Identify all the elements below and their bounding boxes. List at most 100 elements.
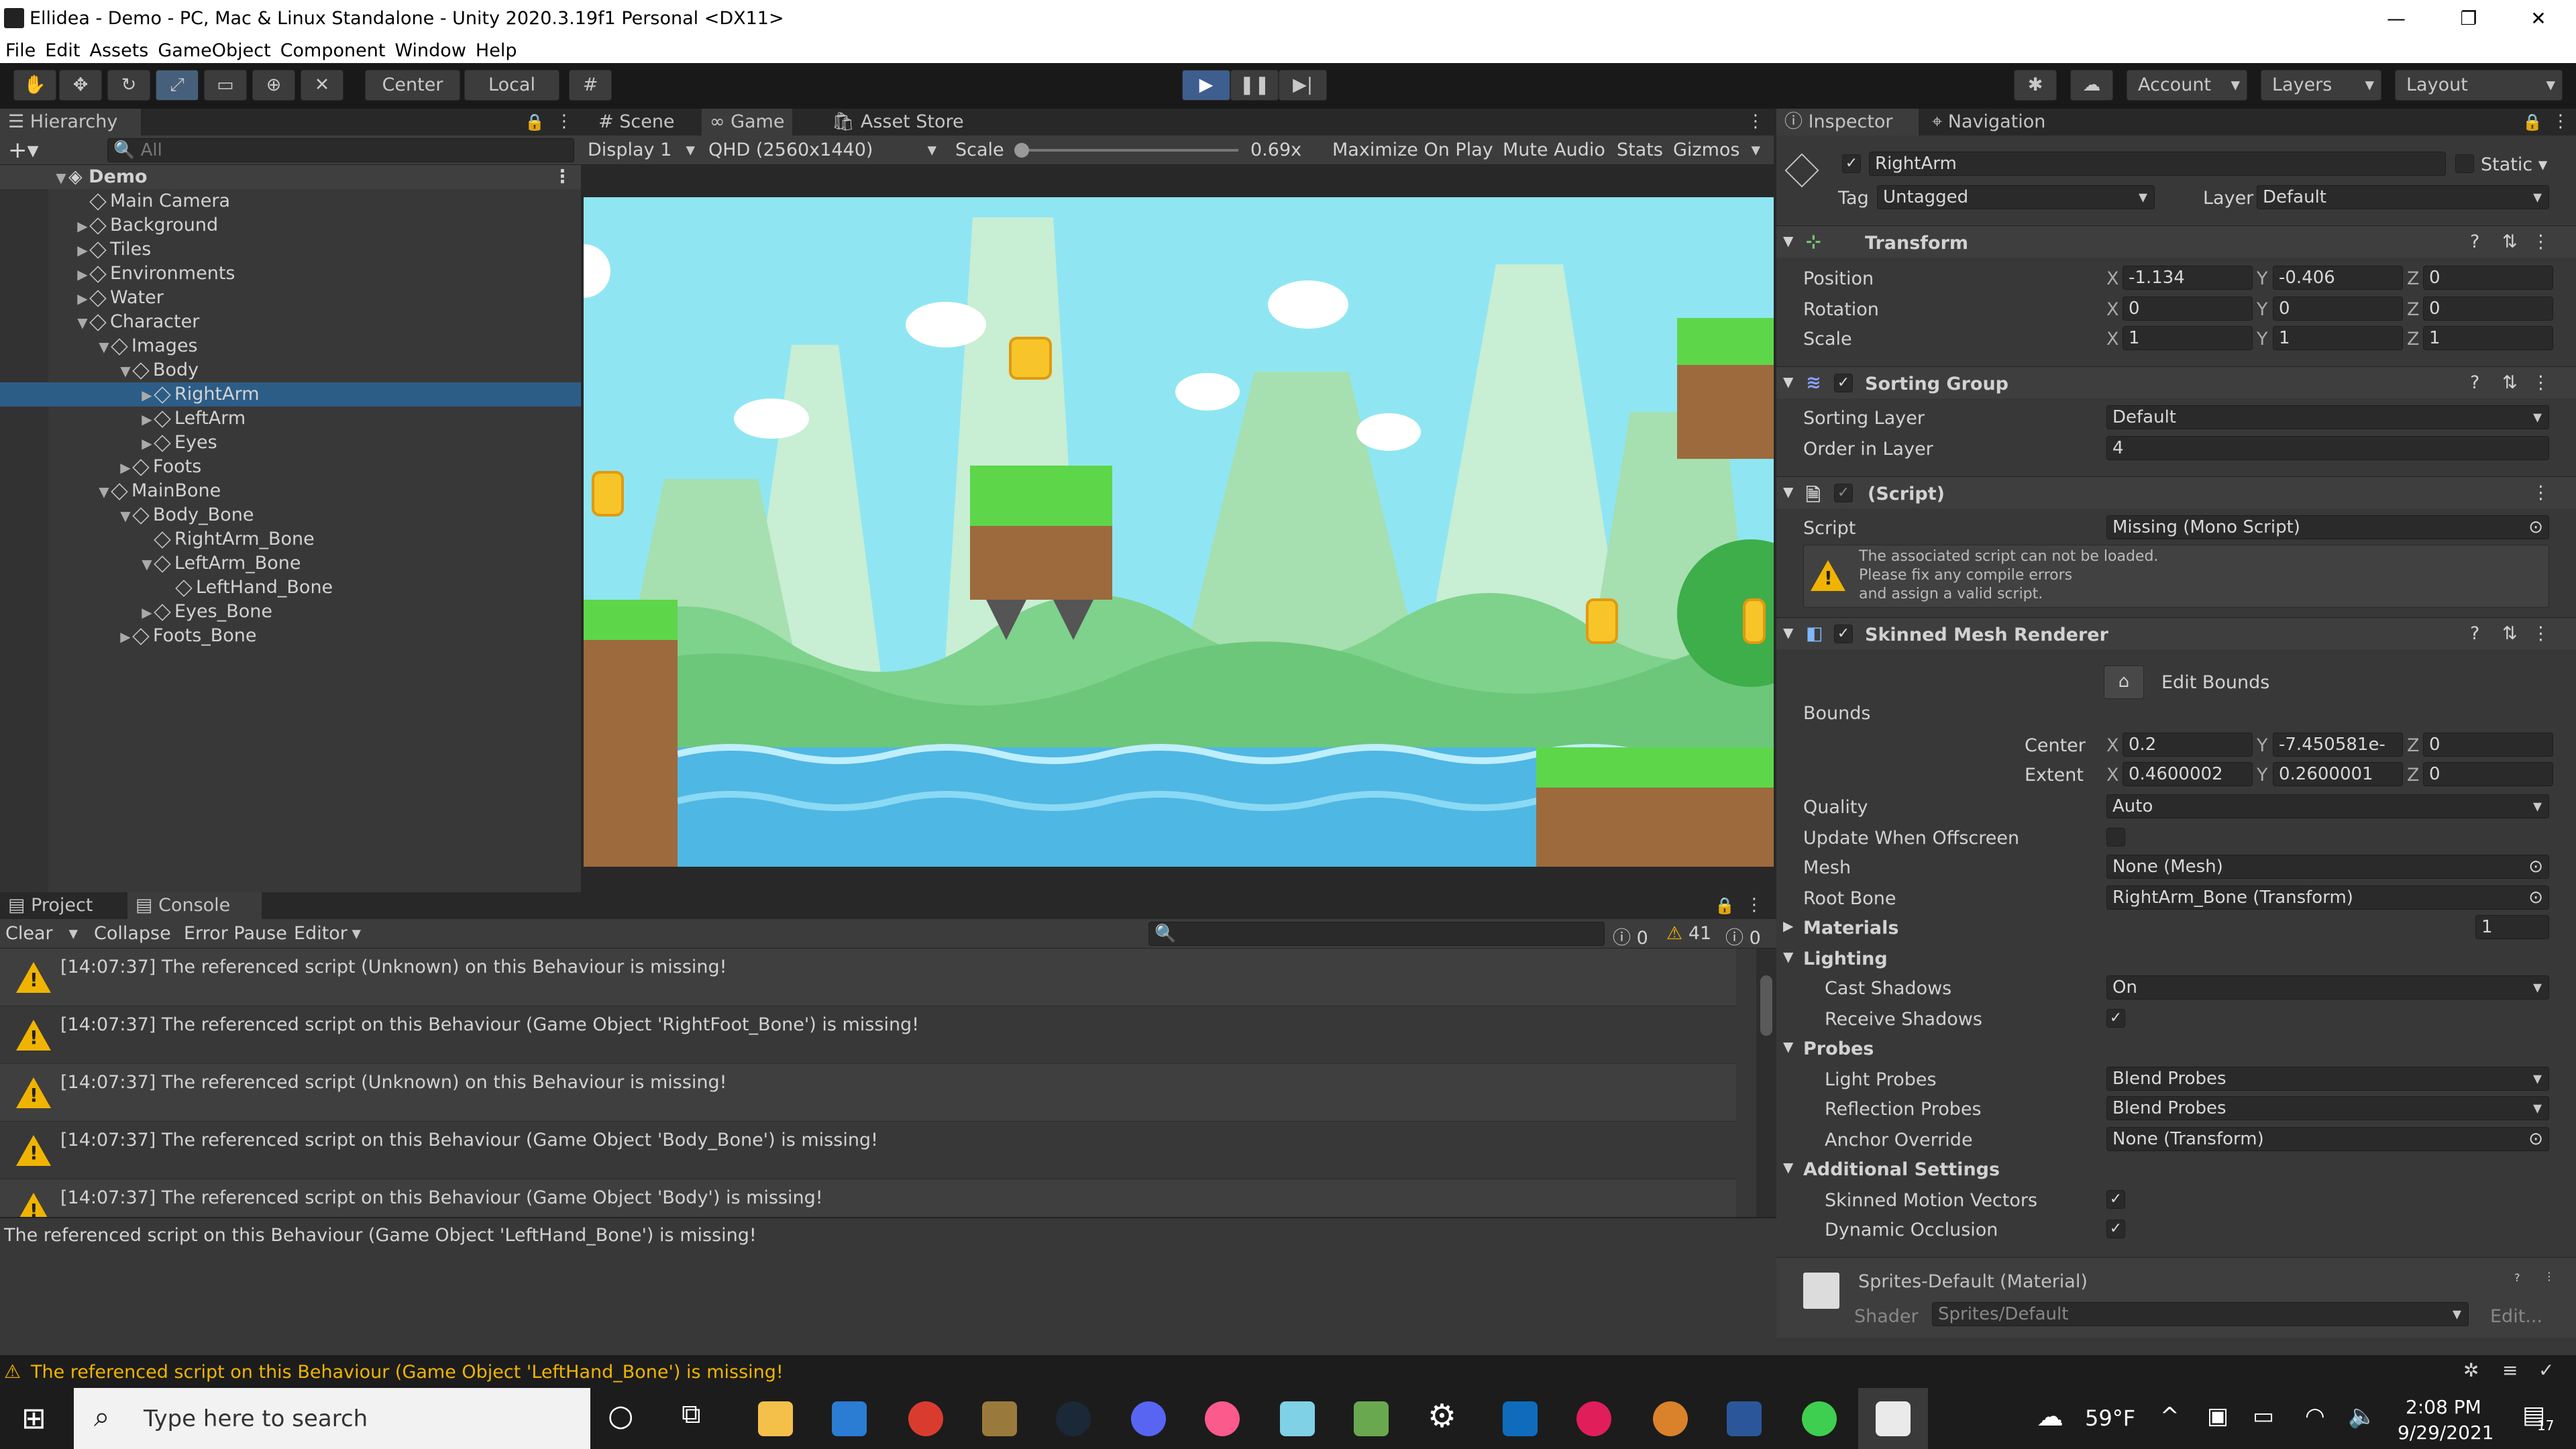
pivot-local-button[interactable]: Local	[464, 70, 559, 101]
tag-dropdown[interactable]: Untagged	[1877, 185, 2155, 209]
foldout-arrow-icon[interactable]: ▼	[1783, 625, 1793, 641]
bounds-extent-z-input[interactable]: 0	[2423, 762, 2553, 786]
grid-snap-icon[interactable]: #	[569, 70, 612, 101]
console-log-row[interactable]: [14:07:37] The referenced script on this…	[0, 1006, 1736, 1064]
itunes-icon[interactable]	[1205, 1401, 1240, 1436]
stats-toggle[interactable]: Stats	[1617, 140, 1663, 160]
hierarchy-item[interactable]: LeftHand_Bone	[0, 576, 581, 600]
bounds-extent-x-input[interactable]: 0.4600002	[2123, 762, 2253, 786]
hierarchy-item[interactable]: ▼ MainBone	[0, 479, 581, 503]
root-bone-field[interactable]: RightArm_Bone (Transform) ⊙	[2106, 885, 2549, 910]
windows-start-icon[interactable]: ⊞	[21, 1401, 46, 1436]
collapse-toggle[interactable]: Collapse	[94, 923, 171, 944]
display-dropdown[interactable]: Display 1	[588, 140, 702, 160]
console-search-input[interactable]: 🔍	[1148, 922, 1605, 946]
battery-icon[interactable]: ▭	[2253, 1403, 2274, 1430]
probes-label[interactable]: Probes	[1803, 1038, 1874, 1059]
materials-count-input[interactable]: 1	[2475, 915, 2549, 939]
clear-dropdown[interactable]: Clear	[5, 923, 85, 944]
hierarchy-item[interactable]: ▼ Images	[0, 334, 581, 358]
chrome-icon[interactable]	[908, 1401, 943, 1436]
status-message[interactable]: The referenced script on this Behaviour …	[31, 1362, 784, 1383]
expand-arrow-icon[interactable]: ▼	[118, 359, 133, 383]
smr-header[interactable]: ▼ ◧ ✓ Skinned Mesh Renderer ? ⇅ ⋮	[1776, 617, 2576, 649]
additional-settings-label[interactable]: Additional Settings	[1803, 1159, 2000, 1180]
reflection-probes-dropdown[interactable]: Blend Probes	[2106, 1096, 2549, 1120]
inspector-lock-icon[interactable]: 🔒	[2522, 113, 2542, 131]
custom-tool-icon[interactable]: ✕	[301, 70, 343, 101]
console-log-row[interactable]: [14:07:37] The referenced script on this…	[0, 1122, 1736, 1179]
menu-window[interactable]: Window	[394, 39, 466, 63]
hierarchy-item[interactable]: ▼ Body	[0, 358, 581, 382]
rotation-z-input[interactable]: 0	[2423, 297, 2553, 321]
error-count-toggle[interactable]: ⓘ 0	[1725, 923, 1761, 949]
light-probes-dropdown[interactable]: Blend Probes	[2106, 1067, 2549, 1091]
expand-arrow-icon[interactable]: ▼	[97, 480, 111, 504]
hierarchy-item[interactable]: Main Camera	[0, 189, 581, 213]
foldout-arrow-icon[interactable]: ▼	[1783, 1038, 1793, 1055]
tab-inspector[interactable]: ⓘ Inspector	[1776, 109, 1919, 136]
expand-arrow-icon[interactable]: ▼	[140, 552, 154, 576]
tab-hierarchy[interactable]: ☰ Hierarchy	[0, 109, 141, 136]
bounds-center-y-input[interactable]: -7.450581e-	[2273, 733, 2403, 757]
help-icon[interactable]: ?	[2470, 623, 2479, 644]
object-picker-icon[interactable]: ⊙	[2528, 886, 2543, 909]
mesh-field[interactable]: None (Mesh) ⊙	[2106, 855, 2549, 879]
lighting-label[interactable]: Lighting	[1803, 949, 1888, 969]
cache-icon[interactable]: ≡	[2502, 1359, 2518, 1381]
menu-assets[interactable]: Assets	[89, 39, 148, 63]
gitkraken-icon[interactable]	[1802, 1401, 1837, 1436]
taskbar-search-box[interactable]: ⌕ Type here to search	[74, 1388, 590, 1449]
menu-file[interactable]: File	[5, 39, 36, 63]
material-menu-icon[interactable]: ⋮	[2544, 1270, 2555, 1283]
preset-icon[interactable]: ⇅	[2502, 623, 2518, 644]
weather-temp[interactable]: 59°F	[2085, 1405, 2135, 1431]
bounds-center-x-input[interactable]: 0.2	[2123, 733, 2253, 757]
hierarchy-item[interactable]: ▶ Water	[0, 286, 581, 310]
bounds-center-z-input[interactable]: 0	[2423, 733, 2553, 757]
hierarchy-item[interactable]: ▶ RightArm	[0, 382, 581, 407]
tab-console[interactable]: ▤ Console	[127, 892, 262, 919]
app2-icon[interactable]	[1653, 1401, 1688, 1436]
volume-icon[interactable]: 🔈	[2348, 1403, 2376, 1430]
component-menu-icon[interactable]: ⋮	[2532, 372, 2550, 393]
layout-dropdown[interactable]: Layout	[2395, 70, 2563, 101]
console-log-row[interactable]: [14:07:37] The referenced script (Unknow…	[0, 949, 1736, 1006]
hierarchy-item[interactable]: ▶ Eyes	[0, 431, 581, 455]
console-scrollbar-thumb[interactable]	[1760, 975, 1772, 1036]
tab-scene[interactable]: # Scene	[590, 109, 683, 136]
tab-game[interactable]: ∞ Game	[702, 109, 793, 136]
resolution-dropdown[interactable]: QHD (2560x1440)	[708, 140, 943, 160]
order-in-layer-input[interactable]: 4	[2106, 436, 2549, 460]
dynamic-occlusion-checkbox[interactable]: ✓	[2106, 1220, 2125, 1238]
rotate-tool-icon[interactable]: ↻	[107, 70, 150, 101]
scale-slider-handle[interactable]	[1014, 143, 1029, 158]
hierarchy-item[interactable]: ▶ Foots_Bone	[0, 624, 581, 648]
transform-header[interactable]: ▼ ⊹ Transform ? ⇅ ⋮	[1776, 225, 2576, 258]
foldout-arrow-icon[interactable]: ▼	[1783, 1159, 1793, 1175]
expand-arrow-icon[interactable]: ▶	[140, 600, 154, 625]
hierarchy-item[interactable]: ▶ Foots	[0, 455, 581, 479]
wifi-icon[interactable]: ◠	[2305, 1403, 2325, 1430]
object-name-input[interactable]: RightArm	[1869, 152, 2446, 176]
scene-root[interactable]: ▼ ◈ Demo ⋮	[0, 165, 581, 189]
app-icon[interactable]	[1280, 1401, 1315, 1436]
hand-tool-icon[interactable]: ✋	[13, 70, 56, 101]
game-viewport[interactable]	[584, 197, 1774, 867]
collab-icon[interactable]: ✱	[2014, 70, 2057, 101]
shader-dropdown[interactable]: Sprites/Default	[1932, 1302, 2469, 1326]
settings-gear-icon[interactable]: ⚙	[1428, 1397, 1456, 1435]
static-dropdown[interactable]: Static ▾	[2481, 154, 2547, 175]
sorting-group-enabled-checkbox[interactable]: ✓	[1834, 374, 1853, 392]
shader-edit-button[interactable]: Edit...	[2490, 1306, 2542, 1327]
script-enabled-checkbox[interactable]: ✓	[1834, 484, 1853, 502]
hierarchy-item[interactable]: ▼ Body_Bone	[0, 503, 581, 527]
foldout-arrow-icon[interactable]: ▼	[1783, 233, 1793, 249]
console-lock-icon[interactable]: 🔒	[1715, 896, 1735, 915]
bug-icon[interactable]: ✲	[2463, 1359, 2479, 1381]
rect-tool-icon[interactable]: ▭	[204, 70, 247, 101]
hierarchy-item[interactable]: RightArm_Bone	[0, 527, 581, 551]
account-dropdown[interactable]: Account	[2127, 70, 2247, 101]
expand-arrow-icon[interactable]: ▼	[118, 504, 133, 528]
pause-button[interactable]: ❚❚	[1230, 70, 1279, 101]
